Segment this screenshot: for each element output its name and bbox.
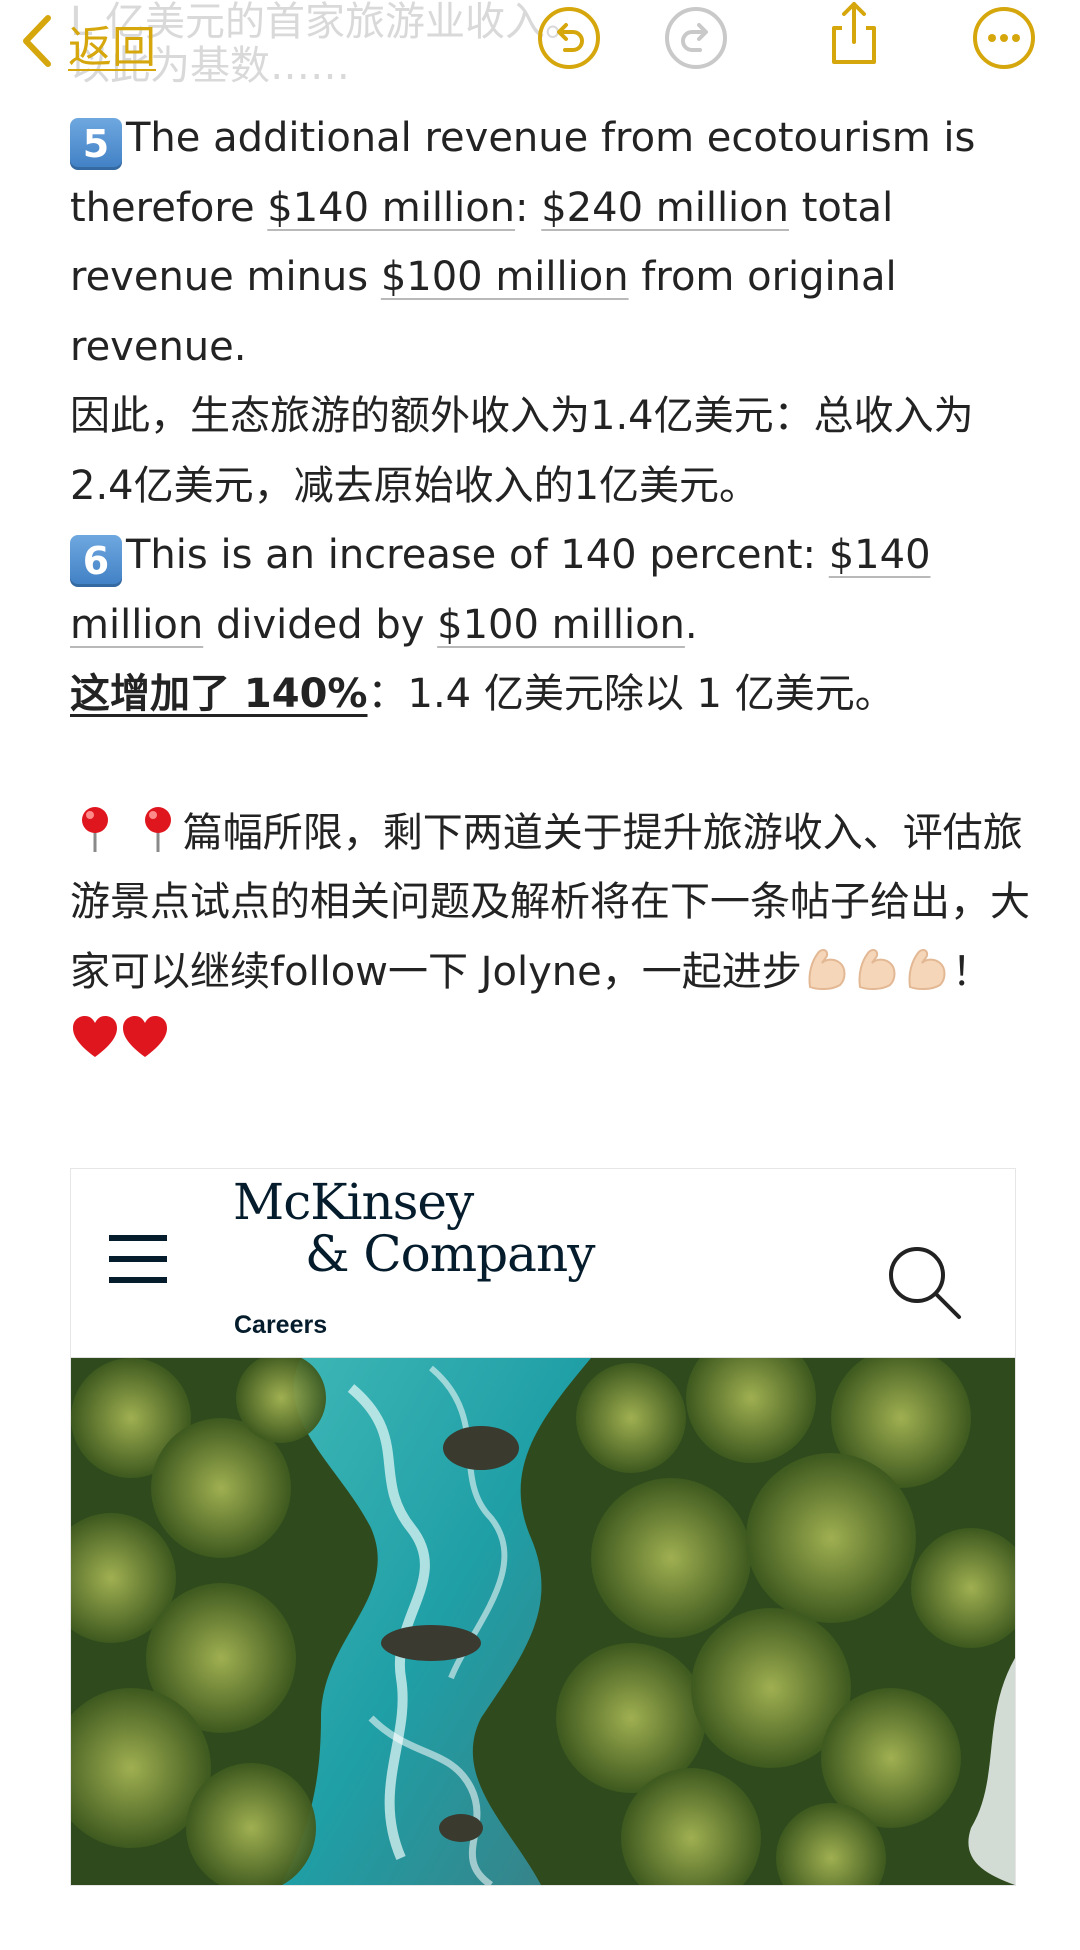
mckinsey-header: McKinsey & Company Careers: [71, 1169, 1015, 1358]
more-button[interactable]: [970, 4, 1038, 72]
closing-paragraph: 篇幅所限，剩下两道关于提升旅游收入、评估旅游景点试点的相关问题及解析将在下一条帖…: [70, 799, 1030, 1077]
closing-mark: ！: [951, 948, 992, 995]
undo-icon: [535, 7, 603, 76]
flexed-biceps-icon: [852, 943, 902, 993]
brand-logo-line-1: McKinsey: [233, 1173, 474, 1231]
paragraph-step-5-chinese: 因此，生态旅游的额外收入为1.4亿美元：总收入为 2.4亿美元，减去原始收入的1…: [70, 393, 974, 509]
search-icon[interactable]: [885, 1243, 965, 1323]
money-140-million-link[interactable]: $140 million: [267, 185, 515, 231]
more-icon: [970, 7, 1038, 76]
paragraph-step-5: 5 The additional revenue from ecotourism …: [70, 104, 1030, 382]
share-button[interactable]: [820, 0, 888, 68]
brand-logo-line-2: & Company: [305, 1225, 595, 1283]
embedded-webpage-image[interactable]: McKinsey & Company Careers: [70, 1168, 1016, 1886]
red-heart-icon: [120, 1012, 170, 1062]
p5-text-b: :: [515, 184, 542, 231]
keycap-6-icon: 6: [70, 535, 122, 587]
paragraph-step-6: 6 This is an increase of 140 percent: $14…: [70, 521, 1030, 660]
note-body[interactable]: 5 The additional revenue from ecotourism …: [70, 104, 1030, 1077]
notes-page: L 亿美元的首家旅游业收入。 以此为基数…… 返回 5 The addition…: [0, 0, 1080, 1950]
share-icon: [820, 2, 888, 72]
redo-icon: [662, 7, 730, 76]
careers-label[interactable]: Careers: [234, 1311, 327, 1340]
increase-140-percent-text: 这增加了 140%: [70, 671, 368, 717]
chevron-left-icon: [18, 12, 58, 74]
p6-text-a: This is an increase of 140 percent:: [126, 532, 829, 578]
top-navigation-bar: L 亿美元的首家旅游业收入。 以此为基数…… 返回: [0, 0, 1080, 92]
flexed-biceps-icon: [802, 943, 852, 993]
p6-text-c: .: [684, 601, 698, 648]
back-button[interactable]: 返回: [18, 8, 156, 78]
back-label: 返回: [68, 22, 156, 73]
paragraph-step-6-chinese: 这增加了 140%：1.4 亿美元除以 1 亿美元。: [70, 660, 1030, 730]
money-240-million-link[interactable]: $240 million: [541, 185, 789, 231]
aerial-river-forest-photo: [71, 1358, 1015, 1885]
p6-text-b: divided by: [203, 601, 438, 648]
round-pushpin-icon: [133, 804, 183, 854]
money-100-million-link[interactable]: $100 million: [381, 254, 629, 300]
undo-button[interactable]: [535, 4, 603, 72]
flexed-biceps-icon: [902, 943, 952, 993]
keycap-5-icon: 5: [70, 118, 122, 170]
round-pushpin-icon: [70, 804, 120, 854]
money-100-million-link-2[interactable]: $100 million: [437, 602, 685, 648]
hamburger-menu-icon[interactable]: [109, 1235, 167, 1283]
red-heart-icon: [70, 1012, 120, 1062]
redo-button[interactable]: [662, 4, 730, 72]
p6-cn-rest: ：1.4 亿美元除以 1 亿美元。: [367, 671, 895, 717]
